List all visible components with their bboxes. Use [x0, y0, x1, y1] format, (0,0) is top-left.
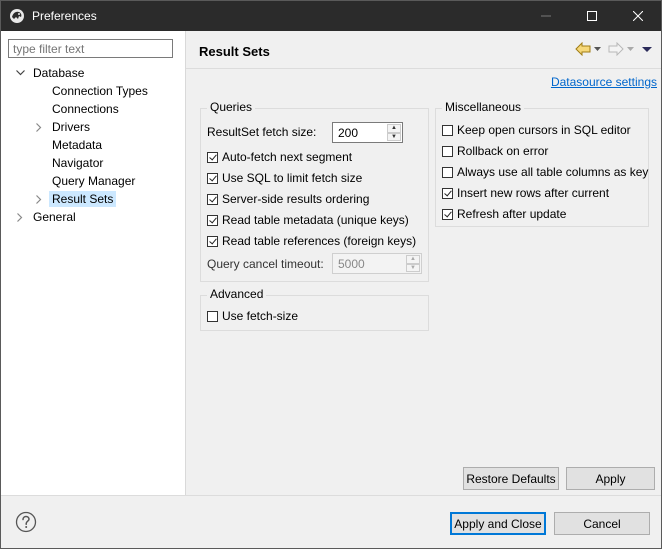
- back-arrow-icon[interactable]: [575, 42, 591, 56]
- fetch-size-spinner[interactable]: 200 ▲ ▼: [332, 122, 403, 143]
- title-bar: Preferences: [1, 1, 661, 31]
- checkbox-label: Rollback on error: [457, 144, 549, 158]
- spin-down-icon[interactable]: ▼: [387, 132, 401, 141]
- preference-page: Result Sets Datasource settings Queries: [186, 31, 661, 495]
- rollback-on-error-checkbox[interactable]: Rollback on error: [442, 143, 548, 159]
- checkbox-icon[interactable]: [442, 208, 453, 220]
- checkbox-label: Refresh after update: [457, 207, 567, 221]
- tree-item-label: Query Manager: [52, 174, 136, 188]
- cancel-timeout-spinner: 5000 ▲ ▼: [332, 253, 422, 274]
- chevron-right-icon[interactable]: [32, 190, 46, 208]
- tree-item-label: Database: [33, 66, 85, 80]
- tree-item-label: Metadata: [52, 138, 103, 152]
- close-button[interactable]: [615, 1, 661, 31]
- checkbox-label: Always use all table columns as key: [457, 165, 649, 179]
- dbeaver-icon: [10, 9, 24, 23]
- auto-fetch-checkbox[interactable]: Auto-fetch next segment: [207, 149, 352, 165]
- checkbox-label: Insert new rows after current: [457, 186, 610, 200]
- tree-item-drivers[interactable]: Drivers: [36, 118, 90, 136]
- checkbox-icon[interactable]: [207, 235, 218, 247]
- queries-group: Queries ResultSet fetch size: 200 ▲ ▼ Au…: [200, 100, 429, 282]
- tree-item-navigator[interactable]: Navigator: [52, 154, 103, 172]
- tree-item-metadata[interactable]: Metadata: [52, 136, 102, 154]
- tree-item-connections[interactable]: Connections: [52, 100, 119, 118]
- preferences-tree-panel: Database Connection Types Connections Dr…: [1, 31, 186, 495]
- cancel-timeout-label: Query cancel timeout:: [207, 257, 324, 271]
- checkbox-icon[interactable]: [207, 193, 218, 205]
- insert-rows-after-current-checkbox[interactable]: Insert new rows after current: [442, 185, 609, 201]
- back-dropdown-icon[interactable]: [593, 42, 602, 56]
- keep-open-cursors-checkbox[interactable]: Keep open cursors in SQL editor: [442, 122, 631, 138]
- tree-item-connection-types[interactable]: Connection Types: [52, 82, 148, 100]
- refresh-after-update-checkbox[interactable]: Refresh after update: [442, 206, 566, 222]
- checkbox-icon[interactable]: [442, 145, 453, 157]
- use-fetch-size-checkbox[interactable]: Use fetch-size: [207, 308, 298, 324]
- miscellaneous-group: Miscellaneous Keep open cursors in SQL e…: [435, 100, 649, 227]
- tree-item-database[interactable]: Database: [15, 64, 85, 82]
- maximize-button[interactable]: [569, 1, 615, 31]
- maximize-icon: [587, 11, 597, 21]
- checkbox-icon[interactable]: [207, 172, 218, 184]
- page-title: Result Sets: [199, 44, 270, 59]
- use-sql-limit-checkbox[interactable]: Use SQL to limit fetch size: [207, 170, 362, 186]
- forward-dropdown-icon[interactable]: [626, 42, 635, 56]
- checkbox-label: Server-side results ordering: [222, 192, 370, 206]
- tree-item-label: General: [33, 210, 76, 224]
- page-navigation: [575, 40, 653, 58]
- chevron-right-icon[interactable]: [32, 118, 46, 136]
- header-divider: [186, 68, 661, 69]
- checkbox-label: Read table references (foreign keys): [222, 234, 417, 248]
- tree-item-result-sets[interactable]: Result Sets: [36, 190, 117, 208]
- spin-up-icon: ▲: [406, 255, 420, 264]
- apply-button[interactable]: Apply: [566, 467, 655, 490]
- tree-item-label: Connections: [52, 102, 119, 116]
- filter-input[interactable]: [8, 39, 173, 58]
- chevron-down-icon[interactable]: [13, 64, 27, 82]
- checkbox-icon[interactable]: [207, 214, 218, 226]
- checkbox-icon[interactable]: [442, 187, 453, 199]
- tree-item-query-manager[interactable]: Query Manager: [52, 172, 135, 190]
- cancel-timeout-value: 5000: [338, 257, 365, 271]
- advanced-group: Advanced Use fetch-size: [200, 287, 429, 331]
- tree-item-label: Drivers: [52, 120, 90, 134]
- advanced-legend: Advanced: [207, 287, 267, 301]
- tree-item-general[interactable]: General: [17, 208, 76, 226]
- datasource-settings-link[interactable]: Datasource settings: [551, 75, 657, 89]
- close-icon: [633, 11, 643, 21]
- checkbox-icon[interactable]: [442, 124, 453, 136]
- server-side-ordering-checkbox[interactable]: Server-side results ordering: [207, 191, 369, 207]
- spin-up-icon[interactable]: ▲: [387, 124, 401, 133]
- spin-down-icon: ▼: [406, 263, 420, 272]
- checkbox-label: Keep open cursors in SQL editor: [457, 123, 631, 137]
- read-table-references-checkbox[interactable]: Read table references (foreign keys): [207, 233, 416, 249]
- minimize-icon: [541, 15, 551, 17]
- tree-item-label: Navigator: [52, 156, 104, 170]
- footer-divider: [1, 495, 661, 496]
- help-icon[interactable]: [15, 511, 37, 533]
- queries-legend: Queries: [207, 100, 256, 114]
- miscellaneous-legend: Miscellaneous: [442, 100, 525, 114]
- checkbox-label: Read table metadata (unique keys): [222, 213, 409, 227]
- tree-item-label: Connection Types: [52, 84, 148, 98]
- checkbox-label: Use fetch-size: [222, 309, 299, 323]
- checkbox-icon[interactable]: [207, 151, 218, 163]
- apply-and-close-button[interactable]: Apply and Close: [450, 512, 546, 535]
- preferences-window: Preferences Database Connection Types Co…: [0, 0, 662, 549]
- cancel-button[interactable]: Cancel: [554, 512, 650, 535]
- window-title: Preferences: [32, 9, 97, 23]
- tree-item-label: Result Sets: [49, 191, 117, 207]
- checkbox-label: Use SQL to limit fetch size: [222, 171, 363, 185]
- view-menu-icon[interactable]: [641, 42, 653, 56]
- checkbox-label: Auto-fetch next segment: [222, 150, 353, 164]
- forward-arrow-icon[interactable]: [608, 42, 624, 56]
- read-table-metadata-checkbox[interactable]: Read table metadata (unique keys): [207, 212, 409, 228]
- chevron-right-icon[interactable]: [13, 208, 27, 226]
- checkbox-icon[interactable]: [207, 310, 218, 322]
- use-all-columns-as-key-checkbox[interactable]: Always use all table columns as key: [442, 164, 648, 180]
- checkbox-icon[interactable]: [442, 166, 453, 178]
- restore-defaults-button[interactable]: Restore Defaults: [463, 467, 559, 490]
- fetch-size-label: ResultSet fetch size:: [207, 125, 317, 139]
- minimize-button[interactable]: [523, 1, 569, 31]
- fetch-size-value[interactable]: 200: [338, 126, 358, 140]
